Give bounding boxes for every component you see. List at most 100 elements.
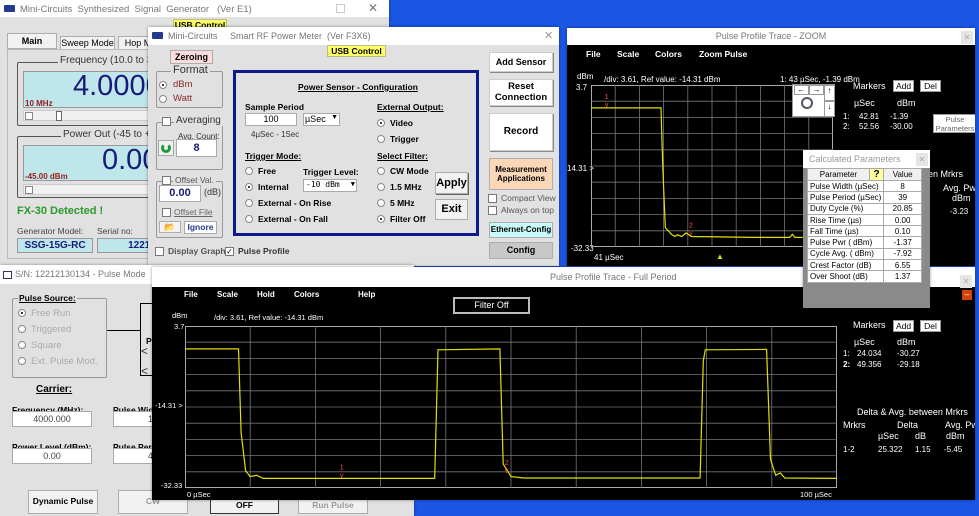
sample-unit-select[interactable]: µSec ▼: [303, 113, 340, 126]
select-filter-label: Select Filter:: [377, 151, 429, 161]
apply-button[interactable]: Apply: [435, 172, 468, 194]
help-icon[interactable]: ?: [868, 168, 885, 181]
format-watt-label: Watt: [173, 93, 193, 104]
offset-file-label[interactable]: Offset File: [174, 207, 213, 217]
pulse-parameters-button[interactable]: Pulse Parameters: [933, 114, 975, 133]
offset-checkbox[interactable]: [162, 176, 171, 185]
full-period-trace-chart[interactable]: 1v2v: [185, 326, 837, 488]
slider-left-arrow[interactable]: [25, 112, 33, 120]
carrier-frequency-input[interactable]: 4000.000: [12, 411, 92, 427]
ethernet-config-button[interactable]: Ethernet-Config: [489, 222, 553, 238]
power-level-input[interactable]: 0.00: [12, 448, 92, 464]
external-output-radio[interactable]: [377, 135, 385, 143]
menu-file[interactable]: File: [586, 49, 601, 59]
tab-sweep-mode[interactable]: Sweep Mode: [60, 36, 115, 50]
add-sensor-button[interactable]: Add Sensor: [489, 52, 553, 72]
minimize-icon[interactable]: –: [962, 290, 972, 300]
filter-label: 5 MHz: [390, 198, 415, 208]
menu-scale[interactable]: Scale: [617, 49, 639, 59]
trigger-mode-radio[interactable]: [245, 183, 253, 191]
arrow-left-icon[interactable]: ←: [794, 85, 809, 95]
between-markers-label: en Mrkrs: [928, 169, 964, 179]
parameter-name: Duty Cycle (%): [806, 202, 885, 215]
trigger-mode-radio[interactable]: [245, 167, 253, 175]
always-on-top-checkbox[interactable]: [488, 206, 497, 215]
tab-main[interactable]: Main: [7, 33, 57, 49]
trigger-mode-radio[interactable]: [245, 215, 253, 223]
close-icon[interactable]: ✕: [544, 29, 553, 42]
close-icon[interactable]: ✕: [960, 275, 972, 288]
pulse-source-radio[interactable]: [18, 341, 26, 349]
pulse-profile-checkbox[interactable]: ✓: [225, 247, 234, 256]
close-icon[interactable]: ✕: [368, 1, 378, 15]
x-tick-start: 0 µSec: [187, 490, 211, 499]
offset-value-input[interactable]: 0.00: [159, 185, 201, 202]
pulse-source-radio[interactable]: [18, 357, 26, 365]
external-output-radio[interactable]: [377, 119, 385, 127]
add-marker-button[interactable]: Add: [893, 320, 914, 332]
exit-button[interactable]: Exit: [435, 199, 468, 220]
diagram-arrow-icon: <: [141, 344, 149, 358]
format-dbm-radio[interactable]: [159, 81, 167, 89]
averaging-checkbox[interactable]: [162, 117, 171, 126]
ignore-field[interactable]: Ignore: [184, 221, 217, 234]
marker-id: 1:: [843, 112, 850, 121]
config-button[interactable]: Config: [489, 242, 553, 259]
delta-title: Delta & Avg. between Mrkrs: [857, 407, 968, 417]
delete-marker-button[interactable]: Del: [920, 320, 941, 332]
slider-left-arrow[interactable]: [25, 186, 33, 194]
close-icon[interactable]: ✕: [916, 153, 928, 166]
dynamic-pulse-button[interactable]: Dynamic Pulse: [28, 490, 98, 514]
add-marker-button[interactable]: Add: [893, 80, 914, 92]
menu-colors[interactable]: Colors: [655, 49, 682, 59]
pulse-source-radio[interactable]: [18, 325, 26, 333]
menu-scale[interactable]: Scale: [217, 290, 238, 299]
parameter-name: Over Shoot (dB): [806, 270, 885, 283]
delete-marker-button[interactable]: Del: [920, 80, 941, 92]
open-folder-icon[interactable]: 📂: [159, 221, 181, 233]
parameter-value: 8: [883, 179, 922, 193]
avg-count-input[interactable]: 8: [176, 139, 217, 157]
offset-unit: (dB): [204, 187, 222, 197]
maximize-icon[interactable]: [336, 4, 345, 13]
offset-file-checkbox[interactable]: [162, 208, 171, 217]
reset-connection-button[interactable]: Reset Connection: [489, 79, 553, 106]
zeroing-button[interactable]: Zeroing: [170, 50, 213, 64]
close-icon[interactable]: ✕: [961, 31, 973, 44]
filter-radio[interactable]: [377, 183, 385, 191]
menu-zoom-pulse[interactable]: Zoom Pulse: [699, 49, 747, 59]
menu-help[interactable]: Help: [358, 290, 375, 299]
arrow-down-icon[interactable]: ↓: [824, 101, 835, 117]
calc-params-titlebar: Calculated Parameters: [803, 150, 930, 168]
window-title: S/N: 12212130134 - Pulse Mode: [15, 269, 146, 279]
sample-period-input[interactable]: 100: [245, 113, 297, 126]
sample-unit-value: µSec: [305, 114, 326, 124]
trigger-level-select[interactable]: -10 dBm ▼: [303, 179, 357, 192]
slider-thumb[interactable]: [56, 111, 62, 121]
trigger-mode-radio[interactable]: [245, 199, 253, 207]
arrow-right-icon[interactable]: →: [809, 85, 824, 95]
marker-label-1: 1: [605, 94, 609, 101]
measurement-applications-button[interactable]: Measurement Applications: [489, 158, 553, 190]
marker-icon: v: [340, 473, 344, 480]
arrow-up-icon[interactable]: ↑: [824, 85, 835, 101]
menu-file[interactable]: File: [184, 290, 198, 299]
menu-hold[interactable]: Hold: [257, 290, 275, 299]
compact-view-checkbox[interactable]: [488, 194, 497, 203]
record-button[interactable]: Record: [489, 113, 553, 151]
format-watt-radio[interactable]: [159, 95, 167, 103]
marker-icon: v: [689, 231, 693, 238]
table-row: Rise Time (µs) 0.00: [806, 213, 922, 227]
refresh-icon[interactable]: [158, 140, 174, 156]
filter-radio[interactable]: [377, 167, 385, 175]
filter-radio[interactable]: [377, 199, 385, 207]
pulse-source-radio[interactable]: [18, 309, 26, 317]
magnifier-icon[interactable]: [801, 97, 813, 109]
filter-radio[interactable]: [377, 215, 385, 223]
display-graph-checkbox[interactable]: [155, 247, 164, 256]
marker-col-dbm: dBm: [897, 337, 916, 347]
header-value: Value: [883, 168, 922, 181]
menu-colors[interactable]: Colors: [294, 290, 319, 299]
y-tick-top: 3.7: [576, 83, 588, 92]
signal-generator-titlebar: Mini-Circuits Synthesized Signal Generat…: [0, 0, 389, 17]
